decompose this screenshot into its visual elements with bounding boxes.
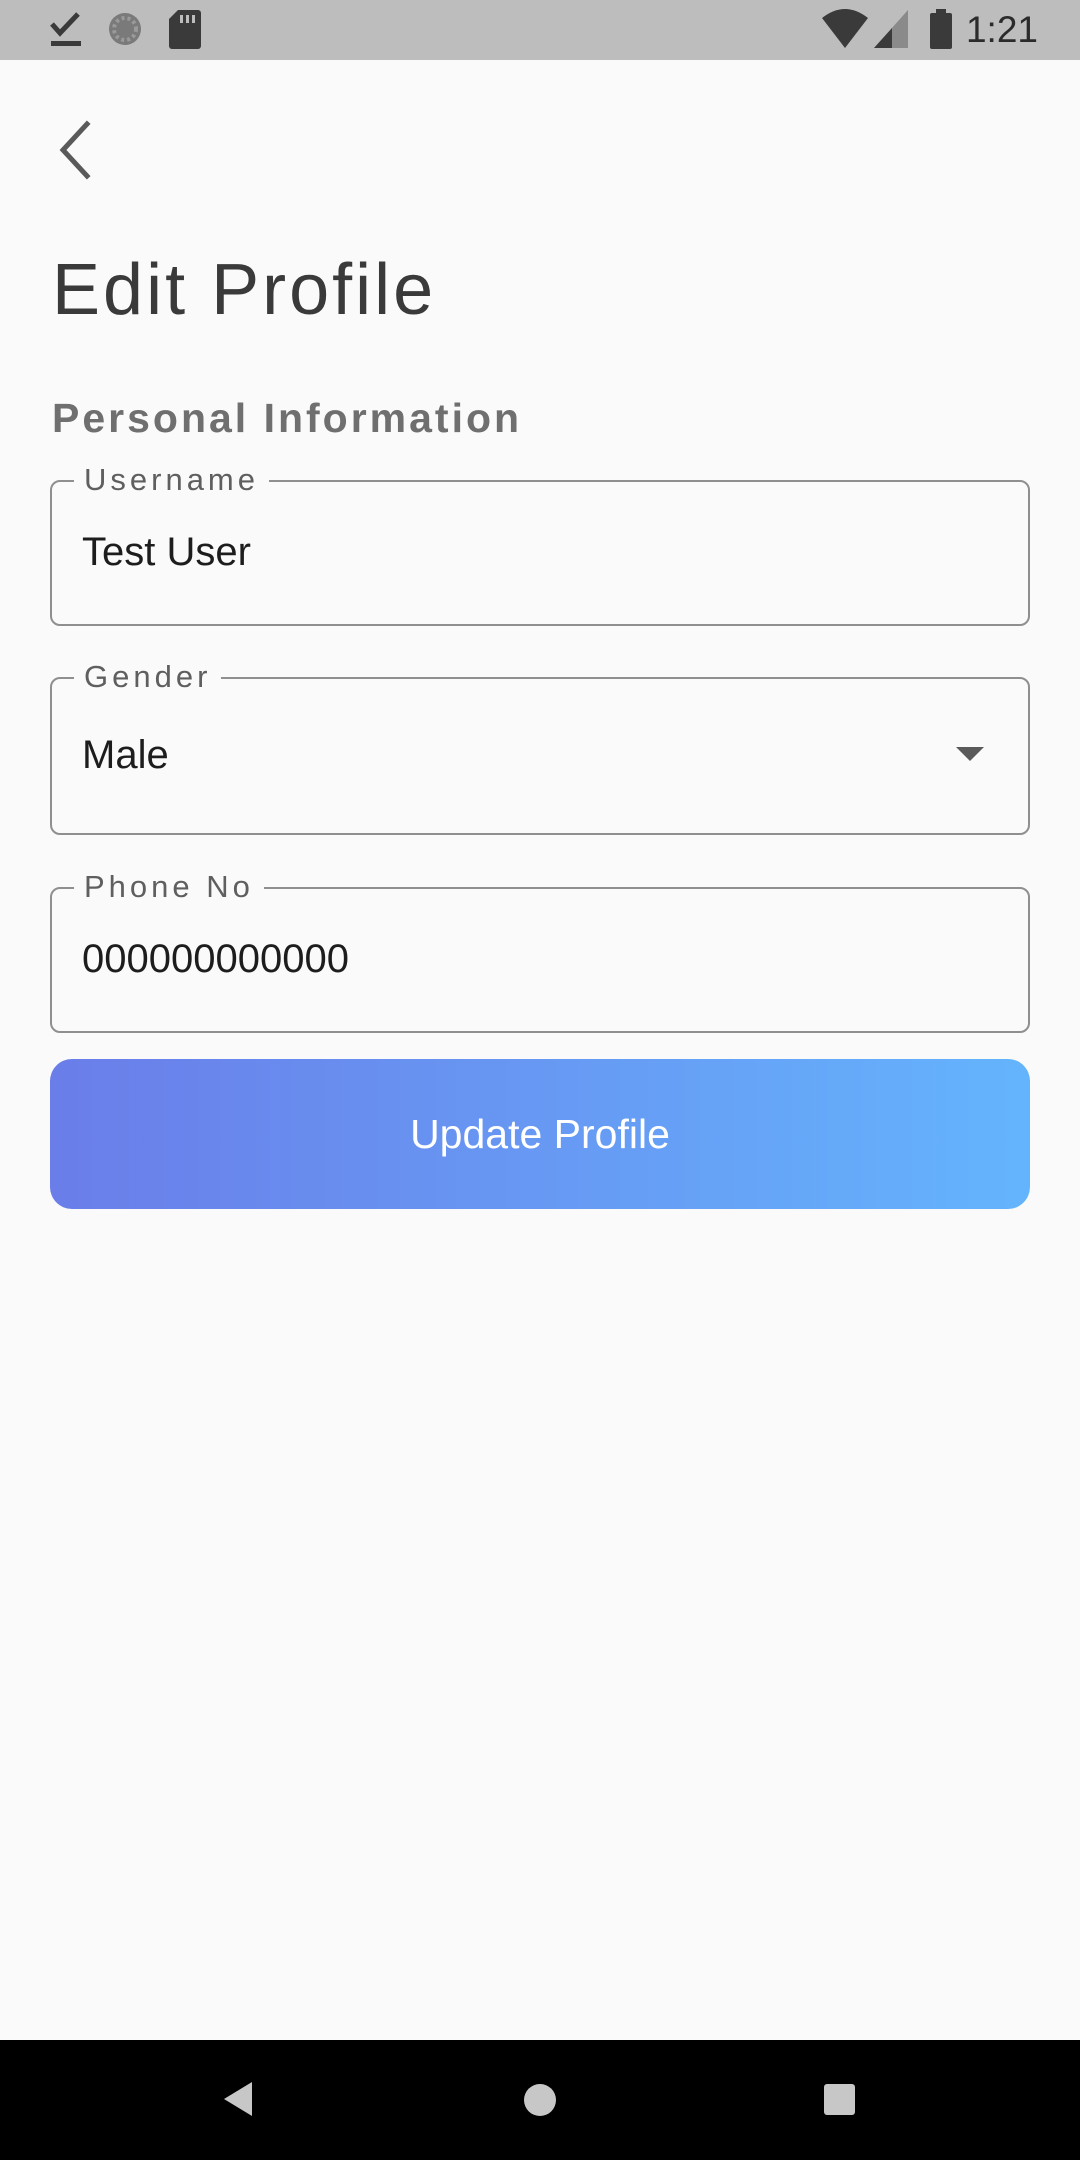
- update-profile-button[interactable]: Update Profile: [50, 1059, 1030, 1209]
- username-label: Username: [74, 462, 269, 498]
- status-bar: 1:21: [0, 0, 1080, 60]
- wifi-icon: [822, 9, 868, 48]
- sync-icon: [109, 13, 141, 45]
- recents-square-icon[interactable]: [824, 2084, 855, 2115]
- username-field[interactable]: Username Test User: [50, 462, 1030, 626]
- download-done-icon: [50, 12, 81, 46]
- sd-card-icon: [169, 10, 201, 49]
- phone-field[interactable]: Phone No 000000000000: [50, 869, 1030, 1033]
- status-time: 1:21: [965, 9, 1038, 50]
- back-triangle-icon[interactable]: [224, 2082, 252, 2116]
- gender-selected-value[interactable]: Male: [82, 731, 169, 779]
- phone-label: Phone No: [74, 869, 264, 905]
- gender-dropdown[interactable]: Gender Male: [50, 659, 1030, 835]
- section-title: Personal Information: [52, 395, 523, 441]
- cell-signal-icon: [874, 10, 908, 48]
- phone-input[interactable]: 000000000000: [82, 935, 349, 983]
- battery-icon: [930, 9, 952, 49]
- chevron-left-icon: [59, 120, 91, 180]
- back-button[interactable]: [40, 110, 110, 190]
- home-circle-icon[interactable]: [524, 2084, 556, 2116]
- navigation-bar: [0, 2040, 1080, 2160]
- username-input[interactable]: Test User: [82, 528, 251, 576]
- page-title: Edit Profile: [52, 250, 437, 330]
- gender-label: Gender: [74, 659, 222, 695]
- dropdown-arrow-icon[interactable]: [956, 747, 984, 761]
